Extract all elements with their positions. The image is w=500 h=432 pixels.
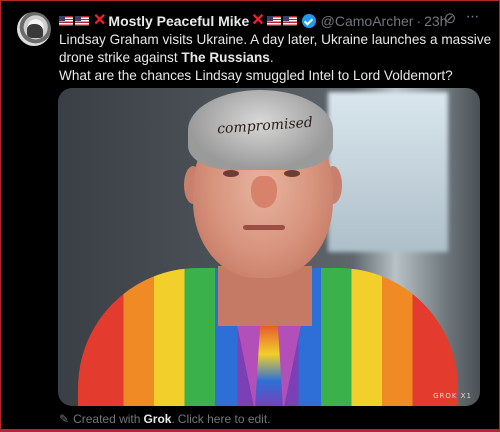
us-flag-icon: [282, 16, 297, 26]
author-handle[interactable]: @CamoArcher: [321, 13, 414, 29]
post-header: ✕ Mostly Peaceful Mike ✕ @CamoArcher · 2…: [59, 11, 490, 31]
image-eye: [223, 170, 239, 177]
grok-icon[interactable]: ⊘: [442, 11, 458, 27]
avatar-figure: [27, 24, 43, 38]
image-nose: [251, 176, 277, 208]
post-image[interactable]: compromised GROK X1: [58, 88, 480, 406]
post-text-bold: The Russians: [181, 50, 270, 65]
us-flag-icon: [75, 16, 89, 26]
post-text-line: drone strike against The Russians.: [59, 49, 479, 67]
post-text-segment: .: [269, 50, 274, 65]
separator-dot: ·: [416, 13, 422, 29]
image-window-light: [328, 92, 448, 252]
image-mouth: [243, 225, 285, 230]
pencil-icon: ✎: [59, 412, 70, 426]
post-text-line: What are the chances Lindsay smuggled In…: [59, 68, 453, 83]
post-text-line: Lindsay Graham visits Ukraine. A day lat…: [59, 32, 492, 47]
avatar[interactable]: [17, 12, 51, 46]
author-name[interactable]: Mostly Peaceful Mike: [108, 13, 249, 29]
verified-badge-icon[interactable]: [301, 14, 316, 28]
cross-mark-icon: ✕: [251, 12, 265, 29]
cross-mark-icon: ✕: [93, 12, 107, 29]
more-icon[interactable]: ···: [463, 9, 481, 26]
post-text-segment: drone strike against: [59, 50, 182, 65]
image-eye: [284, 170, 300, 177]
grok-link[interactable]: Grok: [143, 412, 171, 426]
created-prefix: Created with: [73, 412, 141, 426]
us-flag-icon: [59, 16, 73, 26]
created-period: .: [171, 412, 175, 426]
created-with-grok[interactable]: ✎ Created with Grok. Click here to edit.: [59, 412, 271, 426]
edit-link[interactable]: Click here to edit.: [178, 412, 271, 426]
post-text: Lindsay Graham visits Ukraine. A day lat…: [59, 31, 492, 85]
image-watermark: GROK X1: [433, 392, 472, 400]
us-flag-icon: [266, 16, 281, 26]
